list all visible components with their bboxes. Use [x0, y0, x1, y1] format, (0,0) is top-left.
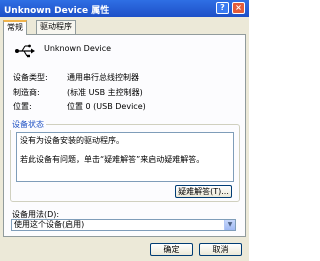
usb-icon — [15, 44, 35, 58]
ok-button[interactable]: 确定 — [150, 243, 193, 256]
title-bar[interactable]: Unknown Device 属性 ? × — [0, 0, 249, 17]
device-name: Unknown Device — [44, 44, 112, 53]
status-line-1: 没有为设备安装的驱动程序。 — [20, 136, 124, 145]
tab-driver[interactable]: 驱动程序 — [36, 20, 76, 34]
close-button[interactable]: × — [232, 2, 245, 14]
manufacturer-value: (标准 USB 主控制器) — [67, 88, 143, 97]
device-usage-select[interactable]: 使用这个设备(启用) ▼ — [11, 219, 236, 231]
manufacturer-label: 制造商: — [13, 88, 40, 97]
troubleshoot-button[interactable]: 疑难解答(T)... — [175, 185, 232, 198]
cancel-button[interactable]: 取消 — [199, 243, 242, 256]
location-label: 位置: — [13, 102, 32, 111]
device-status-text[interactable]: 没有为设备安装的驱动程序。 若此设备有问题，单击“疑难解答”来启动疑难解答。 — [16, 132, 234, 182]
device-type-value: 通用串行总线控制器 — [67, 73, 139, 82]
device-properties-dialog: Unknown Device 属性 ? × 常规 驱动程序 Unknown De… — [0, 0, 249, 261]
help-button[interactable]: ? — [216, 2, 229, 14]
window-title: Unknown Device 属性 — [4, 6, 110, 16]
tab-general[interactable]: 常规 — [3, 20, 27, 35]
general-tab-panel: Unknown Device 设备类型: 通用串行总线控制器 制造商: (标准 … — [3, 34, 246, 237]
device-type-label: 设备类型: — [13, 73, 48, 82]
location-value: 位置 0 (USB Device) — [67, 102, 146, 111]
status-line-3: 若此设备有问题，单击“疑难解答”来启动疑难解答。 — [20, 155, 205, 164]
chevron-down-icon[interactable]: ▼ — [224, 220, 235, 230]
device-status-title: 设备状态 — [10, 119, 46, 130]
device-usage-value: 使用这个设备(启用) — [14, 220, 85, 229]
